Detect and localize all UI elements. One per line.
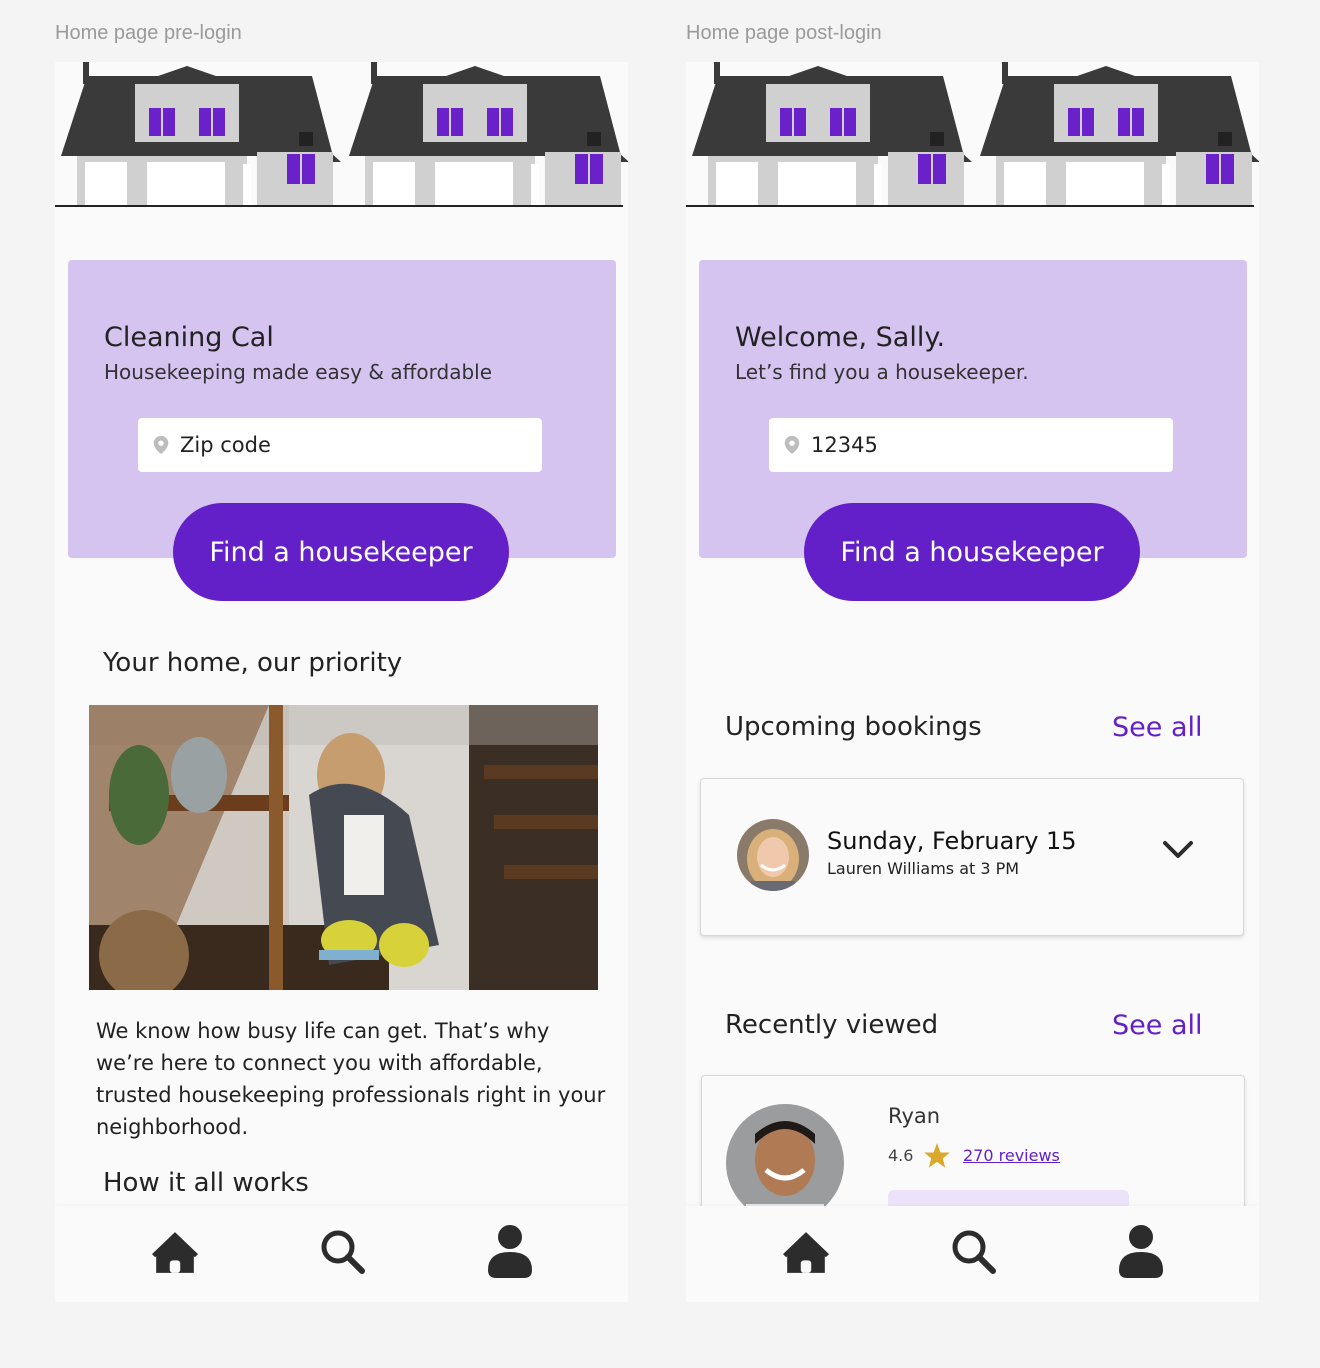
zip-placeholder: Zip code [180, 433, 271, 457]
screen-post-login: Welcome, Sally. Let’s find you a houseke… [686, 62, 1259, 1302]
search-icon [951, 1229, 997, 1275]
home-icon [152, 1232, 198, 1273]
frame-label-pre: Home page pre-login [55, 22, 242, 44]
profile-icon [1119, 1225, 1163, 1278]
reviews-link[interactable]: 270 reviews [963, 1146, 1060, 1165]
housekeeper-name: Ryan [888, 1104, 941, 1128]
section-title-priority: Your home, our priority [103, 648, 403, 678]
welcome-subtitle: Let’s find you a housekeeper. [735, 360, 1029, 384]
nav-home[interactable] [145, 1222, 205, 1282]
recent-see-all-link[interactable]: See all [1112, 1010, 1203, 1041]
booking-detail: Lauren Williams at 3 PM [827, 859, 1020, 878]
ryan-avatar [726, 1104, 844, 1222]
upcoming-see-all-link[interactable]: See all [1112, 712, 1203, 743]
frame-label-post: Home page post-login [686, 22, 882, 44]
nav-home[interactable] [776, 1222, 836, 1282]
section-title-how-it-works: How it all works [103, 1168, 309, 1198]
find-housekeeper-button[interactable]: Find a housekeeper [804, 503, 1140, 601]
rating-value: 4.6 [888, 1146, 914, 1165]
chevron-down-icon[interactable] [1161, 839, 1195, 861]
houses-illustration [55, 62, 628, 207]
welcome-title: Welcome, Sally. [735, 322, 946, 353]
zip-code-input[interactable]: 12345 [769, 418, 1173, 472]
zip-code-input[interactable]: Zip code [138, 418, 542, 472]
upcoming-bookings-title: Upcoming bookings [725, 712, 982, 742]
zip-value: 12345 [811, 433, 878, 457]
booking-date: Sunday, February 15 [827, 827, 1077, 855]
location-pin-icon [153, 435, 169, 455]
bottom-nav [55, 1206, 628, 1302]
screen-pre-login: Cleaning Cal Housekeeping made easy & af… [55, 62, 628, 1302]
star-icon [924, 1143, 950, 1168]
housekeeper-avatar [737, 819, 809, 891]
nav-search[interactable] [313, 1222, 373, 1282]
bottom-nav [686, 1206, 1259, 1302]
booking-card[interactable]: Sunday, February 15 Lauren Williams at 3… [700, 778, 1244, 936]
profile-icon [488, 1225, 532, 1278]
intro-paragraph: We know how busy life can get. That’s wh… [96, 1019, 606, 1139]
nav-profile[interactable] [1111, 1222, 1171, 1282]
app-title: Cleaning Cal [104, 322, 274, 353]
houses-illustration [686, 62, 1259, 207]
find-housekeeper-button[interactable]: Find a housekeeper [173, 503, 509, 601]
location-pin-icon [784, 435, 800, 455]
home-icon [783, 1232, 829, 1273]
app-tagline: Housekeeping made easy & affordable [104, 360, 493, 384]
housekeeper-photo [89, 705, 598, 990]
nav-search[interactable] [944, 1222, 1004, 1282]
search-icon [320, 1229, 366, 1275]
recently-viewed-title: Recently viewed [725, 1010, 939, 1040]
nav-profile[interactable] [480, 1222, 540, 1282]
